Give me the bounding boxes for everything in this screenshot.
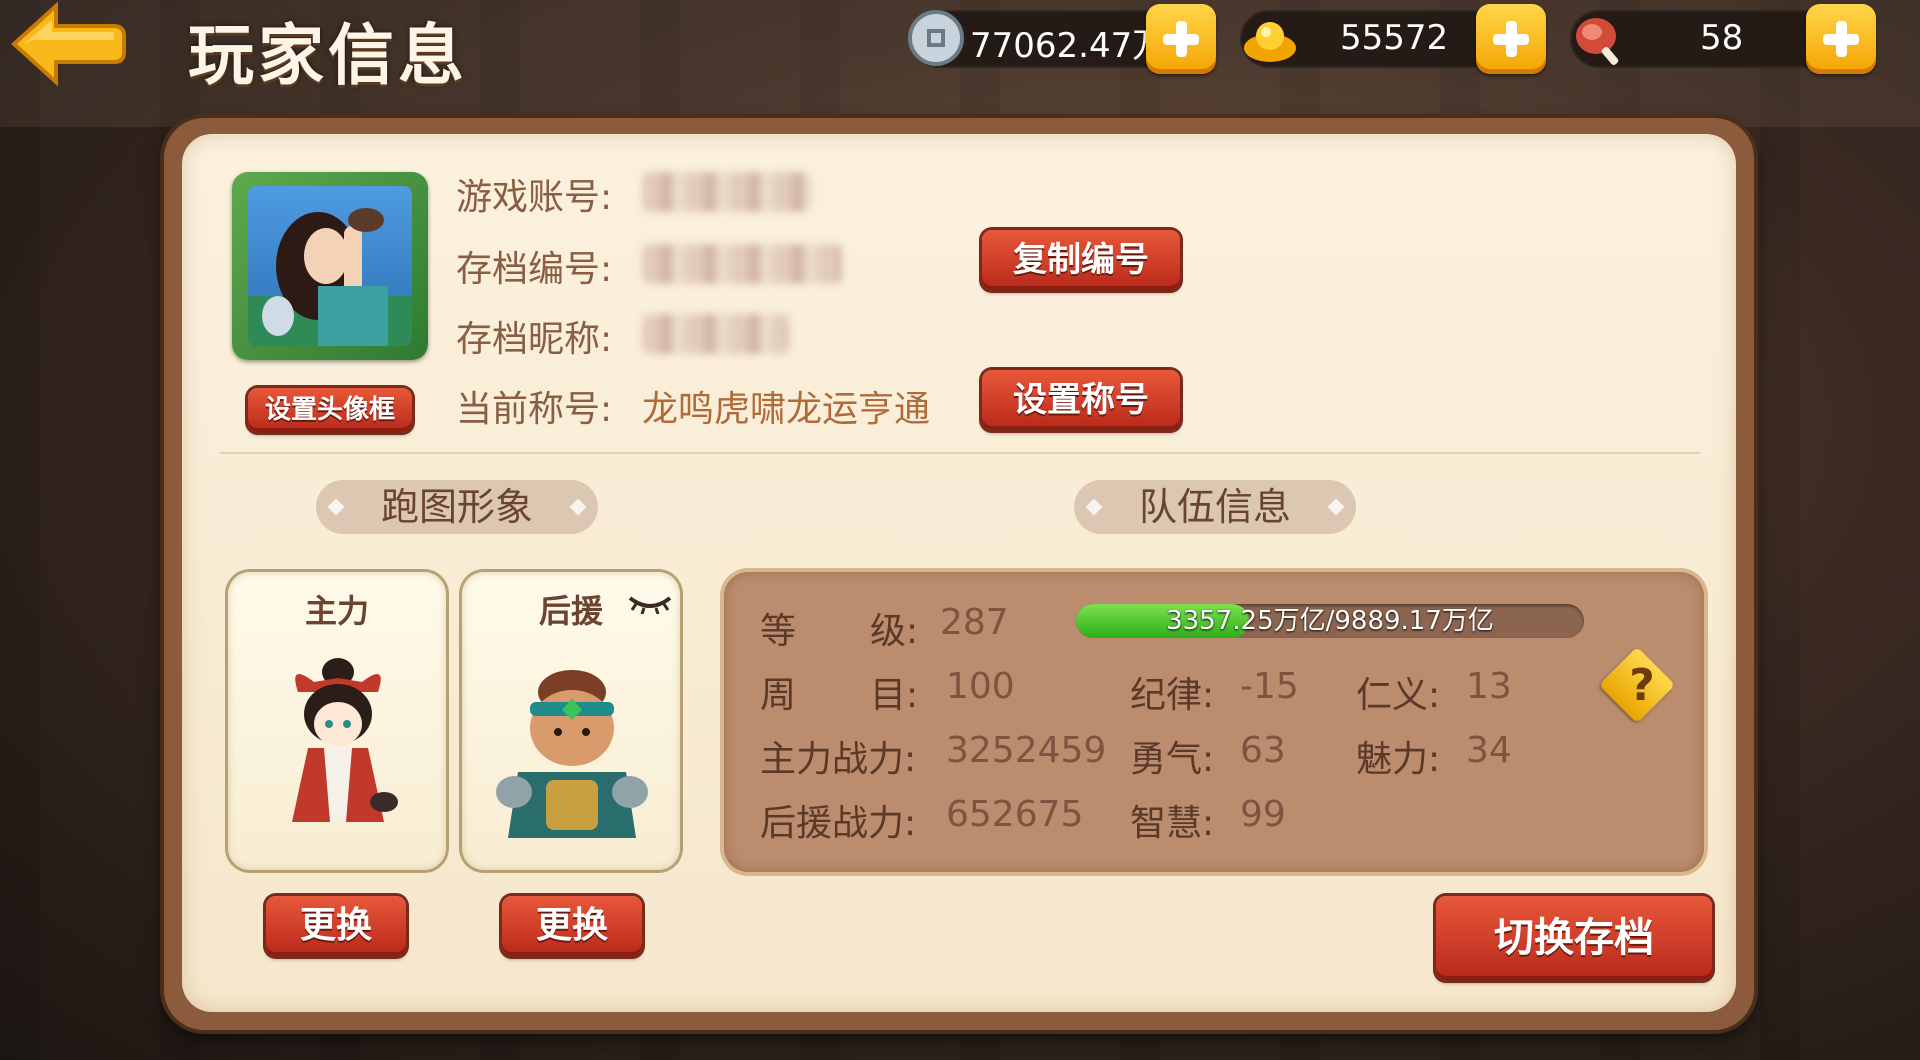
copy-id-button[interactable]: 复制编号 — [982, 230, 1180, 290]
divider — [220, 452, 1700, 454]
set-avatar-frame-button[interactable]: 设置头像框 — [248, 388, 412, 432]
add-stamina-button[interactable] — [1806, 4, 1876, 74]
charm-value: 34 — [1466, 730, 1512, 771]
section-map-image-label: 跑图形象 — [380, 485, 533, 529]
coin-value: 77062.47万 — [970, 26, 1167, 66]
title-value: 龙鸣虎啸龙运亨通 — [642, 389, 931, 430]
save-id-value-blurred — [642, 244, 842, 284]
add-coins-button[interactable] — [1146, 4, 1216, 74]
discipline-label: 纪律: — [1130, 675, 1215, 716]
exp-text: 3357.25万亿/9889.17万亿 — [1166, 606, 1494, 636]
exp-bar: 3357.25万亿/9889.17万亿 — [1076, 604, 1584, 638]
switch-save-button[interactable]: 切换存档 — [1436, 896, 1712, 980]
eye-closed-icon[interactable] — [628, 594, 672, 614]
round-label-2: 目: — [870, 675, 919, 716]
level-value: 287 — [940, 602, 1009, 643]
back-arrow-icon[interactable] — [6, 0, 126, 88]
account-value-blurred — [642, 172, 812, 212]
save-id-label: 存档编号: — [456, 249, 613, 290]
benevolence-value: 13 — [1466, 666, 1512, 707]
courage-label: 勇气: — [1130, 739, 1215, 780]
add-gold-button[interactable] — [1476, 4, 1546, 74]
avatar-portrait — [248, 186, 412, 346]
gold-value: 55572 — [1340, 18, 1449, 58]
account-label: 游戏账号: — [456, 177, 613, 218]
main-character-sprite — [292, 658, 398, 822]
save-name-label: 存档昵称: — [456, 319, 613, 360]
main-power-value: 3252459 — [946, 730, 1107, 771]
save-name-value-blurred — [642, 314, 790, 354]
level-label-1: 等 — [760, 611, 797, 652]
help-question-mark: ? — [1629, 660, 1655, 711]
charm-label: 魅力: — [1356, 739, 1441, 780]
wisdom-label: 智慧: — [1130, 803, 1215, 844]
main-character-card[interactable]: 主力 — [228, 572, 446, 870]
support-character-sprite — [496, 670, 648, 838]
section-map-image: 跑图形象 — [316, 480, 598, 534]
discipline-value: -15 — [1240, 666, 1299, 707]
page-title: 玩家信息 — [188, 17, 468, 94]
stamina-value: 58 — [1700, 18, 1744, 58]
round-label-1: 周 — [760, 675, 797, 716]
section-team-info: 队伍信息 — [1074, 480, 1356, 534]
change-support-character-button[interactable]: 更换 — [502, 896, 642, 956]
round-value: 100 — [946, 666, 1015, 707]
set-title-button[interactable]: 设置称号 — [982, 370, 1180, 430]
wisdom-value: 99 — [1240, 794, 1286, 835]
change-main-character-button[interactable]: 更换 — [266, 896, 406, 956]
main-power-label: 主力战力: — [760, 739, 917, 780]
support-power-value: 652675 — [946, 794, 1084, 835]
support-character-card[interactable]: 后援 — [462, 572, 680, 870]
section-team-info-label: 队伍信息 — [1138, 485, 1291, 529]
level-label-2: 级: — [870, 611, 919, 652]
meat-icon — [1576, 18, 1619, 66]
coin-icon — [908, 10, 964, 66]
support-power-label: 后援战力: — [760, 803, 917, 844]
gold-ingot-icon — [1244, 22, 1296, 62]
benevolence-label: 仁义: — [1356, 675, 1441, 716]
main-character-label: 主力 — [304, 592, 369, 630]
title-label: 当前称号: — [456, 389, 613, 430]
avatar[interactable] — [232, 172, 428, 360]
courage-value: 63 — [1240, 730, 1286, 771]
